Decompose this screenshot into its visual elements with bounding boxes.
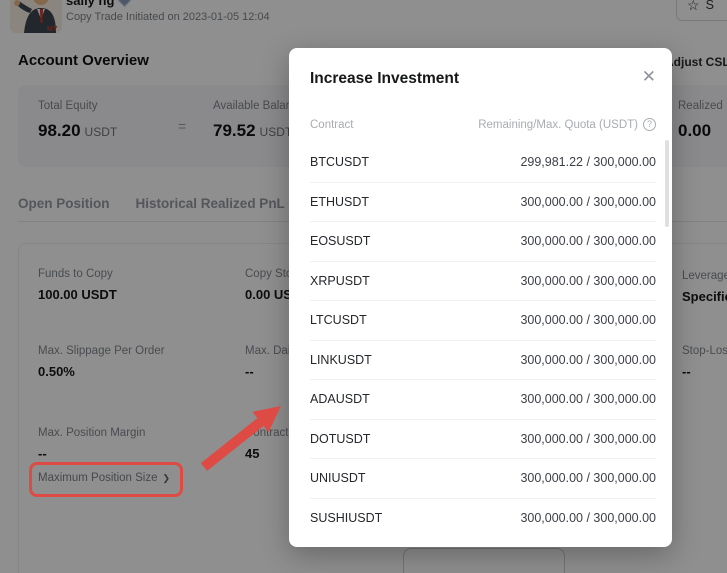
contract-quota: 300,000.00 / 300,000.00 [520, 432, 656, 446]
contract-name: ADAUSDT [310, 392, 370, 406]
contract-list: BTCUSDT 299,981.22 / 300,000.00 ETHUSDT … [289, 143, 672, 538]
contract-row[interactable]: BTCUSDT 299,981.22 / 300,000.00 [310, 143, 656, 183]
increase-investment-modal: Increase Investment ✕ Contract Remaining… [289, 48, 672, 547]
contract-column-header: Contract [310, 119, 353, 131]
contract-name: LTCUSDT [310, 313, 367, 327]
contract-row[interactable]: UNIUSDT 300,000.00 / 300,000.00 [310, 459, 656, 499]
modal-column-headers: Contract Remaining/Max. Quota (USDT) ? [289, 88, 672, 131]
contract-row[interactable]: ADAUSDT 300,000.00 / 300,000.00 [310, 380, 656, 420]
contract-name: SUSHIUSDT [310, 511, 382, 525]
screen: MY sally ng Copy Trade Initiated on 2023… [0, 0, 727, 573]
contract-row[interactable]: EOSUSDT 300,000.00 / 300,000.00 [310, 222, 656, 262]
contract-name: LINKUSDT [310, 353, 372, 367]
contract-name: BTCUSDT [310, 155, 369, 169]
contract-row[interactable]: ETHUSDT 300,000.00 / 300,000.00 [310, 183, 656, 223]
quota-column-header: Remaining/Max. Quota (USDT) [478, 119, 638, 131]
contract-row[interactable]: DOTUSDT 300,000.00 / 300,000.00 [310, 420, 656, 460]
help-icon[interactable]: ? [643, 118, 656, 131]
contract-row[interactable]: SUSHIUSDT 300,000.00 / 300,000.00 [310, 499, 656, 539]
contract-quota: 300,000.00 / 300,000.00 [520, 234, 656, 248]
close-icon[interactable]: ✕ [642, 68, 656, 85]
contract-quota: 300,000.00 / 300,000.00 [520, 274, 656, 288]
contract-quota: 300,000.00 / 300,000.00 [520, 471, 656, 485]
contract-row[interactable]: LTCUSDT 300,000.00 / 300,000.00 [310, 301, 656, 341]
red-box-annotation [29, 462, 183, 497]
contract-name: UNIUSDT [310, 471, 366, 485]
contract-quota: 300,000.00 / 300,000.00 [520, 313, 656, 327]
modal-title: Increase Investment [289, 48, 672, 88]
contract-quota: 300,000.00 / 300,000.00 [520, 195, 656, 209]
contract-row[interactable]: XRPUSDT 300,000.00 / 300,000.00 [310, 262, 656, 302]
contract-quota: 300,000.00 / 300,000.00 [520, 353, 656, 367]
contract-name: XRPUSDT [310, 274, 370, 288]
contract-name: ETHUSDT [310, 195, 369, 209]
contract-name: DOTUSDT [310, 432, 370, 446]
contract-quota: 300,000.00 / 300,000.00 [520, 392, 656, 406]
contract-quota: 300,000.00 / 300,000.00 [520, 511, 656, 525]
contract-quota: 299,981.22 / 300,000.00 [520, 155, 656, 169]
scrollbar-thumb[interactable] [665, 140, 669, 227]
contract-name: EOSUSDT [310, 234, 370, 248]
contract-row[interactable]: LINKUSDT 300,000.00 / 300,000.00 [310, 341, 656, 381]
